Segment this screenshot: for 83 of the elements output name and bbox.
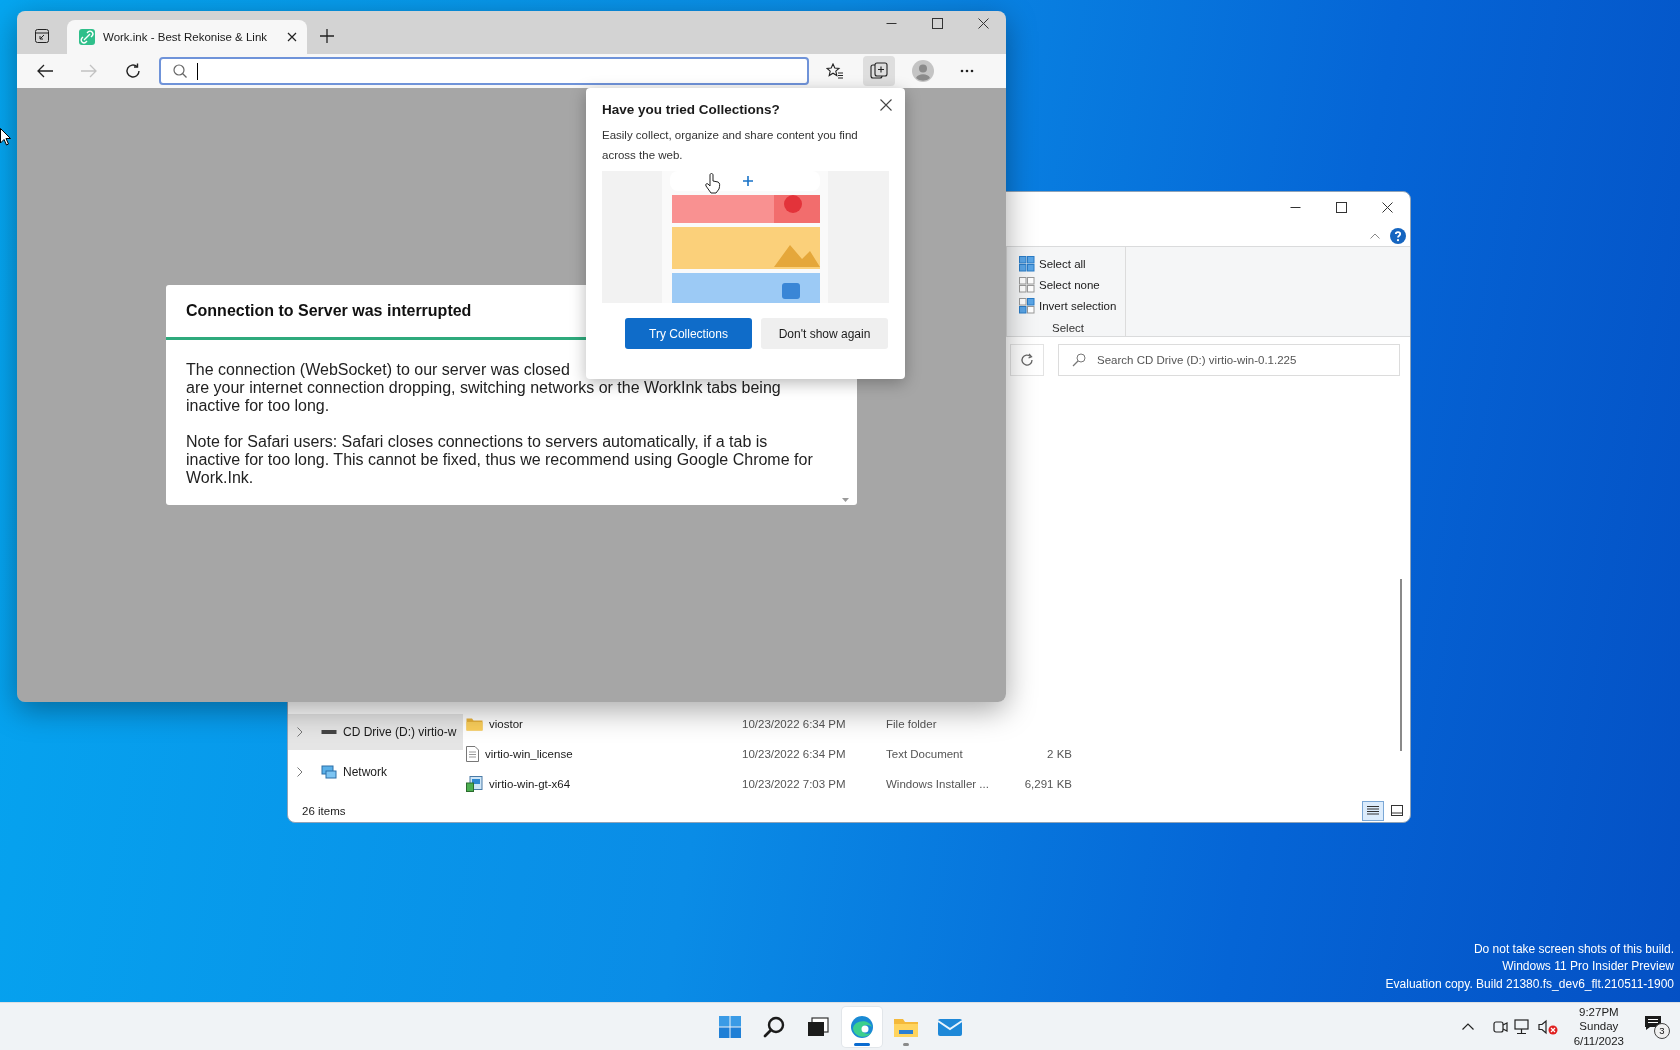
dialog-text-line: inactive for too long. [186, 397, 331, 415]
date-cell-text: 10/23/2022 7:03 PM [742, 778, 847, 790]
installer-icon [466, 776, 483, 792]
date-cell-text: 10/23/2022 6:34 PM [742, 748, 847, 760]
scroll-down-arrow-icon[interactable] [842, 498, 849, 502]
item-count: 26 items [302, 804, 346, 817]
avatar-icon [912, 60, 934, 82]
link-icon [79, 29, 95, 45]
size-cell-text: 6,291 KB [1023, 778, 1072, 790]
ribbon-command[interactable]: Invert selection [1019, 295, 1117, 316]
muted-speaker-icon[interactable] [1537, 1018, 1558, 1035]
collections-icon [870, 62, 888, 80]
build-notice-line: Evaluation copy. Build 21380.fs_dev6_flt.210511-1900 [1385, 975, 1674, 993]
show-hidden-icons-button[interactable] [1461, 1023, 1474, 1030]
refresh-icon [125, 63, 141, 79]
select-all-icon [1019, 255, 1035, 272]
dialog-text-line: The connection (WebSocket) to our server was closed [186, 361, 571, 379]
search-icon [173, 64, 187, 78]
file-name-cell[interactable]: viostor [463, 717, 742, 731]
invert-selection-icon [1019, 297, 1035, 314]
popup-text: Easily collect, organize and share content you find across the web. [602, 128, 859, 163]
folder-icon [466, 717, 483, 731]
collections-button[interactable] [863, 56, 895, 86]
file-name-cell[interactable]: virtio-win_license [463, 746, 742, 762]
drive-icon [321, 727, 337, 737]
size-cell-text: 2 KB [1046, 748, 1072, 760]
mouse-pointer-icon [0, 128, 11, 146]
close-icon [977, 17, 989, 29]
collapse-ribbon-icon[interactable] [1370, 233, 1380, 239]
clock[interactable]: 9:27PM Sunday 6/11/2023 [1573, 1004, 1624, 1049]
close-icon [1381, 201, 1393, 213]
dialog-text-line: Work.Ink. [186, 469, 255, 487]
scrollbar-thumb[interactable] [1400, 579, 1402, 751]
chevron-up-icon [1461, 1023, 1474, 1030]
ribbon-command[interactable]: Select all [1019, 253, 1117, 274]
type-cell-text: Text Document [886, 748, 964, 760]
expand-chevron-icon [297, 727, 303, 737]
build-notice-line: Do not take screen shots of this build. [1472, 940, 1674, 958]
star-list-icon [826, 63, 844, 79]
refresh-icon [1020, 353, 1034, 367]
browser-icon[interactable] [849, 1013, 875, 1040]
list-icon [1367, 805, 1379, 816]
dialog-text-line: are your internet connection dropping, switching networks or the WorkInk tabs being [186, 379, 782, 397]
help-icon[interactable] [1390, 228, 1406, 244]
nav-item[interactable]: Network [288, 754, 463, 790]
type-cell-text: Windows Installer ... [886, 778, 990, 790]
close-tab-icon[interactable] [287, 32, 297, 42]
date-cell-text: 10/23/2022 6:34 PM [742, 718, 847, 730]
dismiss-button[interactable]: Don't show again [761, 318, 888, 349]
browser-tab[interactable]: Work.ink - Best Rekonise & Link [67, 20, 307, 54]
ribbon-command[interactable]: Select none [1019, 274, 1117, 295]
search-field[interactable]: Search CD Drive (D:) virtio-win-0.1.225 [1058, 344, 1400, 376]
ribbon-group-label: Select [1051, 322, 1085, 334]
network-icon [321, 765, 337, 779]
document-icon [466, 746, 479, 762]
file-name-cell[interactable]: virtio-win-gt-x64 [463, 776, 742, 792]
camera-icon[interactable] [1491, 1018, 1508, 1035]
popup-title: Have you tried Collections? [602, 102, 781, 117]
network-monitor-icon[interactable] [1513, 1018, 1532, 1035]
dialog-text-line: inactive for too long. This cannot be fixed, thus we recommend using Google Chrome for [186, 451, 814, 469]
tiles-icon [1391, 805, 1403, 816]
search-icon[interactable] [762, 1014, 786, 1039]
maximize-icon [1335, 201, 1347, 213]
nav-item[interactable]: CD Drive (D:) virtio-w [288, 714, 463, 750]
details-view-button[interactable] [1362, 800, 1384, 821]
select-none-icon [1019, 276, 1035, 293]
forward-arrow-icon [81, 64, 97, 78]
try-button[interactable]: Try Collections [625, 318, 752, 349]
plus-icon [320, 29, 334, 43]
dialog-text-line: Note for Safari users: Safari closes connections to servers automatically, if a tab is [186, 433, 769, 451]
search-icon [1072, 353, 1086, 367]
close-icon [880, 99, 892, 111]
tab-actions-icon [35, 29, 49, 43]
expand-chevron-icon [297, 767, 303, 777]
address-bar[interactable] [159, 57, 809, 85]
type-cell-text: File folder [886, 718, 938, 730]
task-view-icon[interactable] [806, 1014, 830, 1039]
start-icon[interactable] [718, 1014, 742, 1039]
notifications-button[interactable]: 3 [1644, 1014, 1670, 1039]
back-arrow-icon [37, 64, 53, 78]
maximize-icon [931, 17, 943, 29]
more-icon [960, 69, 974, 73]
build-notice-line: Windows 11 Pro Insider Preview [1501, 958, 1674, 975]
